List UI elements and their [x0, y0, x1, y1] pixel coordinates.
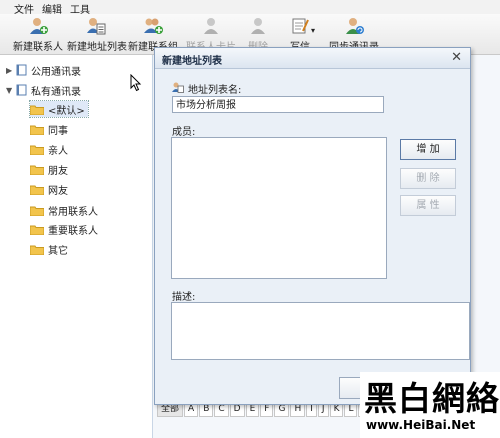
new-address-list-dialog: 新建地址列表 ✕ 地址列表名: 市场分析周报 成员: 增 加 删 除 属 性 描… — [154, 47, 471, 405]
menu-bar: 文件 编辑 工具 — [0, 0, 500, 16]
dialog-title-bar: 新建地址列表 ✕ — [155, 48, 470, 69]
mouse-cursor-icon — [130, 74, 142, 92]
folder-item[interactable]: 网友 — [30, 181, 68, 197]
add-contact-icon — [30, 18, 48, 34]
folder-label: <默认> — [48, 105, 85, 117]
folder-item[interactable]: 朋友 — [30, 161, 68, 177]
delete-icon — [251, 18, 265, 34]
address-list-icon — [172, 82, 184, 93]
folder-label: 重要联系人 — [48, 225, 98, 237]
new-address-list-label: 新建地址列表 — [67, 42, 127, 53]
name-label: 地址列表名: — [188, 85, 242, 96]
new-contact-label: 新建联系人 — [13, 42, 63, 53]
folder-label: 其它 — [48, 245, 68, 257]
folder-label: 同事 — [48, 125, 68, 137]
folder-item[interactable]: 亲人 — [30, 141, 68, 157]
sync-contacts-icon — [346, 18, 364, 34]
folder-label: 网友 — [48, 185, 68, 197]
collapse-arrow-icon[interactable]: ▼ — [6, 86, 16, 95]
member-properties-button[interactable]: 属 性 — [400, 195, 456, 216]
address-list-icon — [87, 18, 106, 35]
folder-icon — [30, 125, 44, 135]
new-contact-button[interactable]: 新建联系人 — [13, 16, 63, 53]
watermark: 黑白網絡 www.HeiBai.Net — [360, 372, 500, 438]
folder-label: 常用联系人 — [48, 206, 98, 218]
write-mail-dropdown-icon[interactable]: ▾ — [311, 26, 315, 35]
add-member-button[interactable]: 增 加 — [400, 139, 456, 160]
remove-member-button[interactable]: 删 除 — [400, 168, 456, 189]
folder-icon — [30, 245, 44, 255]
dialog-title: 新建地址列表 — [162, 56, 222, 67]
folder-label: 亲人 — [48, 145, 68, 157]
folder-icon — [30, 165, 44, 175]
write-mail-icon — [292, 18, 309, 34]
book-icon — [16, 84, 27, 96]
folder-icon — [30, 225, 44, 235]
folder-item[interactable]: 重要联系人 — [30, 221, 98, 237]
folder-icon — [30, 105, 44, 115]
folder-item[interactable]: 同事 — [30, 121, 68, 137]
members-list[interactable] — [171, 137, 387, 279]
close-icon[interactable]: ✕ — [451, 50, 462, 65]
book-icon — [16, 64, 27, 76]
folder-icon — [30, 206, 44, 216]
contacts-tree: ▶ 公用通讯录 ▼ 私有通讯录 <默认> 同事 亲人 朋友 网友 常用联系人 重… — [0, 55, 153, 438]
description-label: 描述: — [172, 292, 196, 303]
watermark-url: www.HeiBai.Net — [366, 418, 476, 432]
tree-public-contacts[interactable]: ▶ 公用通讯录 — [6, 62, 81, 78]
tree-private-label: 私有通讯录 — [31, 86, 81, 98]
folder-label: 朋友 — [48, 165, 68, 177]
description-textarea[interactable] — [171, 302, 470, 360]
folder-icon — [30, 185, 44, 195]
address-list-name-input[interactable]: 市场分析周报 — [172, 96, 384, 113]
tree-private-contacts[interactable]: ▼ 私有通讯录 — [6, 82, 81, 98]
tree-public-label: 公用通讯录 — [31, 66, 81, 78]
folder-item[interactable]: 常用联系人 — [30, 202, 98, 218]
watermark-logo: 黑白網絡 — [364, 379, 500, 418]
members-label: 成员: — [172, 127, 196, 138]
contact-card-icon — [204, 18, 218, 34]
add-group-icon — [144, 18, 163, 34]
folder-item[interactable]: 其它 — [30, 241, 68, 257]
folder-icon — [30, 145, 44, 155]
new-address-list-button[interactable]: 新建地址列表 — [67, 16, 127, 53]
expand-arrow-icon[interactable]: ▶ — [6, 66, 16, 75]
folder-item[interactable]: <默认> — [29, 100, 89, 118]
